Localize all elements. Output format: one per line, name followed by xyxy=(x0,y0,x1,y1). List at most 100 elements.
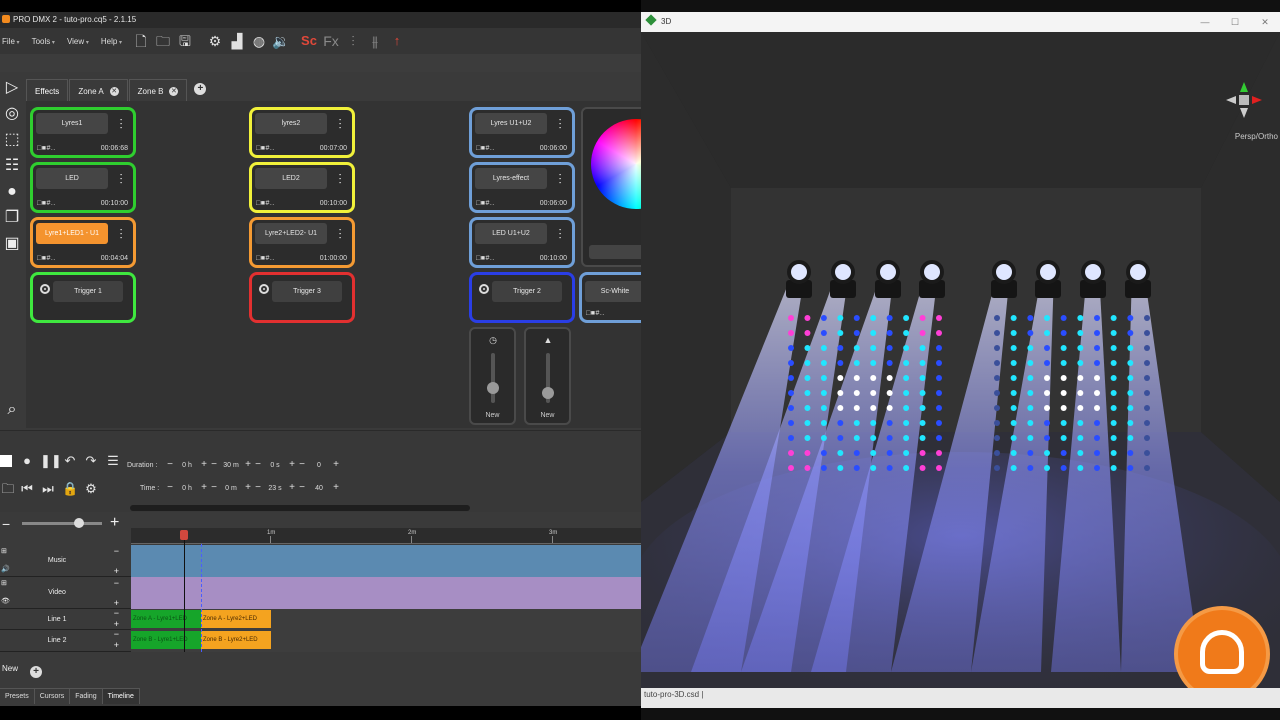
tab-effects[interactable]: Effects xyxy=(26,79,69,101)
record-dot-icon[interactable]: ● xyxy=(0,180,24,204)
timeline-clip[interactable]: Zone A - Lyre2+LED xyxy=(201,610,271,628)
tab-cursors[interactable]: Cursors xyxy=(35,689,71,704)
menu-help[interactable]: Help xyxy=(101,37,122,46)
fader-track[interactable] xyxy=(491,353,495,403)
duration-minutes[interactable]: 30 m xyxy=(219,462,243,469)
search-icon[interactable]: ⌕ xyxy=(0,398,24,422)
folder-icon[interactable]: 🗀 xyxy=(0,481,16,497)
zoom-slider-knob[interactable] xyxy=(74,518,84,528)
duration-frames[interactable]: 0 xyxy=(307,462,331,469)
axis-neg-y-icon[interactable] xyxy=(1240,108,1248,118)
list-icon[interactable]: ☰ xyxy=(105,453,121,469)
plus-icon[interactable]: + xyxy=(287,483,297,493)
tab-zone-a[interactable]: Zone A ✕ xyxy=(69,79,128,101)
gear-icon[interactable]: ⚙ xyxy=(83,481,99,497)
layout-icon[interactable]: ☷ xyxy=(0,154,24,178)
arrow-up-icon[interactable]: ↑ xyxy=(388,32,406,50)
undo-icon[interactable]: ↶ xyxy=(62,453,78,469)
line-lane[interactable]: Zone B - Lyre1+LED Zone B - Lyre2+LED xyxy=(131,630,641,652)
plus-icon[interactable]: + xyxy=(331,460,341,470)
add-icon[interactable]: ⊞ xyxy=(1,547,7,555)
minus-icon[interactable]: − xyxy=(114,609,119,618)
timeline-clip[interactable]: Zone A - Lyre1+LED xyxy=(131,610,201,628)
trigger-radio-icon[interactable] xyxy=(479,284,489,294)
zoom-slider[interactable] xyxy=(22,522,102,525)
plus-icon[interactable]: + xyxy=(331,483,341,493)
sliders-icon[interactable]: ⫶ xyxy=(332,171,348,187)
trigger-radio-icon[interactable] xyxy=(40,284,50,294)
video-lane[interactable] xyxy=(131,577,641,609)
tab-presets[interactable]: Presets xyxy=(0,689,35,704)
playhead-handle[interactable] xyxy=(180,530,188,540)
zoom-out-icon[interactable]: − xyxy=(2,516,10,532)
record-icon[interactable]: ● xyxy=(19,453,35,469)
skip-back-icon[interactable]: ⏮ xyxy=(19,481,35,497)
tab-zone-b[interactable]: Zone B ✕ xyxy=(128,79,188,101)
effect-card[interactable]: Lyres1 ⫶ □■#.. 00:06:68 xyxy=(30,107,136,158)
trigger-radio-icon[interactable] xyxy=(259,284,269,294)
menu-view[interactable]: View xyxy=(67,37,89,46)
time-stepper[interactable]: −0 h + −0 m + −23 s + −40 + xyxy=(165,482,341,494)
time-ruler[interactable]: 1m 2m 3m xyxy=(131,528,641,544)
sliders-icon[interactable]: ⫶ xyxy=(552,171,568,187)
sliders-icon[interactable]: ⫶ xyxy=(552,226,568,242)
music-lane[interactable] xyxy=(131,545,641,577)
minus-icon[interactable]: − xyxy=(297,460,307,470)
minus-icon[interactable]: − xyxy=(114,547,119,556)
trigger-card[interactable]: Trigger 2 xyxy=(469,272,575,323)
duration-seconds[interactable]: 0 s xyxy=(263,462,287,469)
effect-card[interactable]: LED ⫶ □■#.. 00:10:00 xyxy=(30,162,136,213)
line-lane[interactable]: Zone A - Lyre1+LED Zone A - Lyre2+LED xyxy=(131,609,641,630)
add-icon[interactable]: ⊞ xyxy=(1,579,7,587)
sliders-icon[interactable]: ⫶ xyxy=(113,116,129,132)
duration-hours[interactable]: 0 h xyxy=(175,462,199,469)
time-frames[interactable]: 40 xyxy=(307,485,331,492)
gizmo-center[interactable] xyxy=(1239,95,1249,105)
axis-x-icon[interactable] xyxy=(1252,96,1262,104)
plus-icon[interactable]: + xyxy=(114,599,119,608)
tab-fading[interactable]: Fading xyxy=(70,689,103,704)
duration-stepper[interactable]: −0 h + −30 m + −0 s + −0 + xyxy=(165,459,341,471)
fader-knob[interactable] xyxy=(487,382,499,394)
color-value-bar[interactable] xyxy=(589,245,641,259)
time-hours[interactable]: 0 h xyxy=(175,485,199,492)
skip-forward-icon[interactable]: ⏭ xyxy=(40,481,56,497)
effect-card[interactable]: lyres2 ⫶ □■#.. 00:07:00 xyxy=(249,107,355,158)
chart-icon[interactable]: ▟ xyxy=(228,32,246,50)
settings-icon[interactable]: ⚙ xyxy=(206,32,224,50)
minus-icon[interactable]: − xyxy=(209,483,219,493)
lock-icon[interactable]: 🔒 xyxy=(62,481,78,497)
trigger-card[interactable]: Trigger 1 xyxy=(30,272,136,323)
time-seconds[interactable]: 23 s xyxy=(263,485,287,492)
dmx-icon[interactable]: ◍ xyxy=(250,32,268,50)
minus-icon[interactable]: − xyxy=(165,460,175,470)
open-folder-icon[interactable]: 🗀 xyxy=(154,32,172,50)
effect-card[interactable]: LED2 ⫶ □■#.. 00:10:00 xyxy=(249,162,355,213)
plus-icon[interactable]: + xyxy=(243,460,253,470)
time-minutes[interactable]: 0 m xyxy=(219,485,243,492)
menu-tools[interactable]: Tools xyxy=(32,37,55,46)
minus-icon[interactable]: − xyxy=(253,483,263,493)
new-file-icon[interactable]: 🗋 xyxy=(132,32,150,50)
volume-icon[interactable]: 🔊 xyxy=(1,565,10,573)
minus-icon[interactable]: − xyxy=(209,460,219,470)
view-mode-label[interactable]: Persp/Ortho xyxy=(1235,132,1278,141)
play-add-icon[interactable]: ▷ xyxy=(0,76,24,100)
minus-icon[interactable]: − xyxy=(114,630,119,639)
effect-card[interactable]: LED U1+U2 ⫶ □■#.. 00:10:00 xyxy=(469,217,575,268)
eye-icon[interactable]: 👁 xyxy=(1,597,10,605)
plus-icon[interactable]: + xyxy=(114,567,119,576)
timeline-scrollbar[interactable] xyxy=(130,505,470,511)
speaker-icon[interactable]: 🔉 xyxy=(272,32,290,50)
chip-icon[interactable]: ▣ xyxy=(0,232,24,256)
axis-y-icon[interactable] xyxy=(1240,82,1248,92)
close-icon[interactable]: ✕ xyxy=(1250,12,1280,32)
script-icon[interactable]: Sc xyxy=(300,32,318,50)
plus-icon[interactable]: + xyxy=(114,641,119,650)
close-icon[interactable]: ✕ xyxy=(169,87,179,96)
zoom-in-icon[interactable]: + xyxy=(110,514,119,532)
minus-icon[interactable]: − xyxy=(297,483,307,493)
orientation-gizmo[interactable] xyxy=(1222,78,1266,122)
minus-icon[interactable]: − xyxy=(165,483,175,493)
minimize-icon[interactable]: — xyxy=(1190,12,1220,32)
